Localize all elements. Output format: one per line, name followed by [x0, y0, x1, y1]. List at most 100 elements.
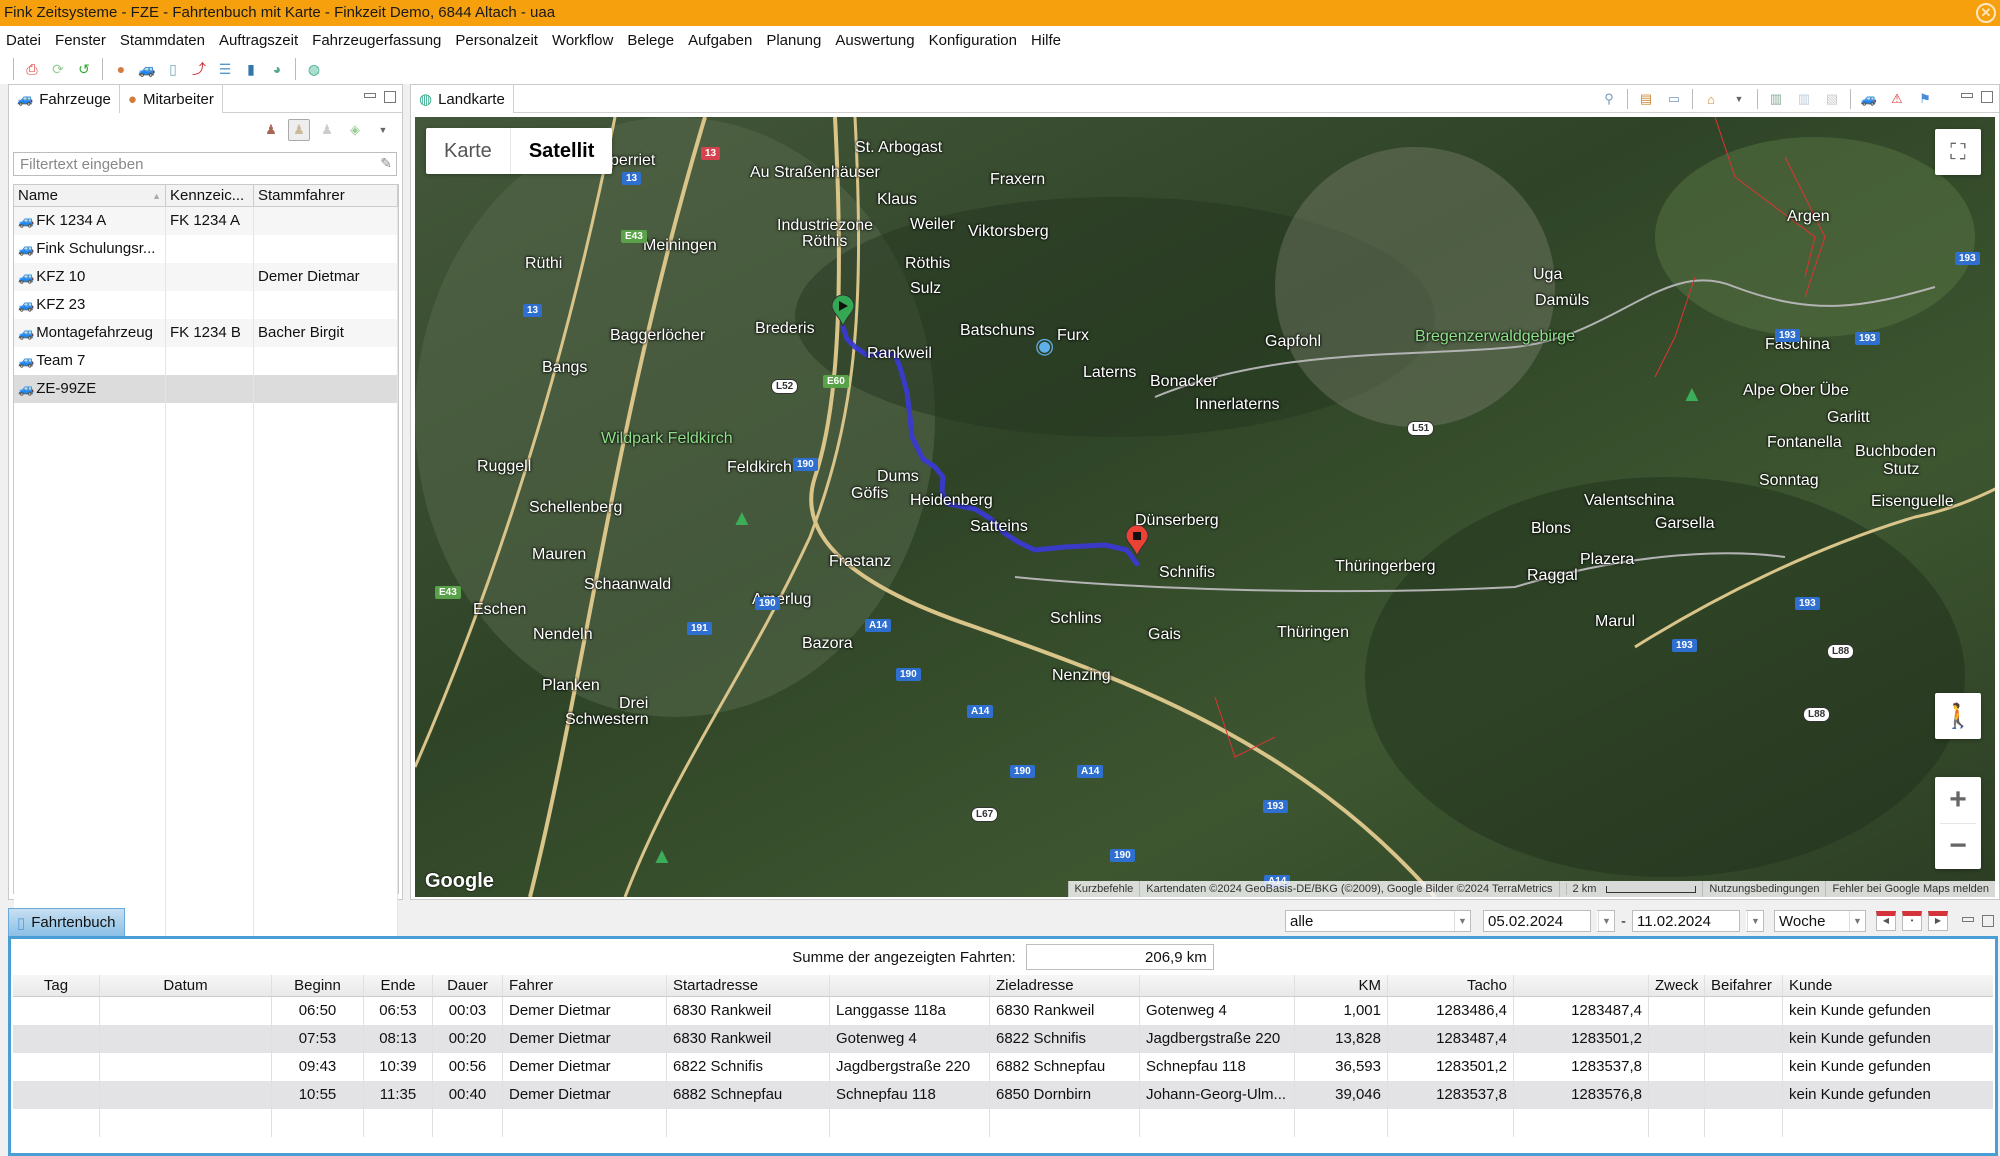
column-header-dauer[interactable]: Dauer	[433, 975, 503, 996]
mountain-poi-icon[interactable]: ▲	[651, 843, 673, 869]
calendar-next-icon[interactable]: ▶	[1928, 911, 1948, 931]
column-header-beginn[interactable]: Beginn	[272, 975, 364, 996]
search-icon[interactable]: ⚲	[1599, 89, 1619, 109]
column-header-kennzeichen[interactable]: Kennzeic...	[166, 185, 254, 206]
trip-row[interactable]: 06:50 06:53 00:03 Demer Dietmar 6830 Rankwei…	[13, 997, 1993, 1025]
chevron-down-icon[interactable]: ▼	[1729, 89, 1749, 109]
zoom-out-button[interactable]: −	[1935, 823, 1981, 869]
tag-icon[interactable]: ◈	[344, 119, 366, 141]
calendar-previous-icon[interactable]: ◀	[1876, 911, 1896, 931]
document-icon[interactable]: ▯	[163, 59, 183, 79]
column-header-ende[interactable]: Ende	[364, 975, 433, 996]
menu-auftragszeit[interactable]: Auftragszeit	[219, 32, 298, 49]
menu-auswertung[interactable]: Auswertung	[835, 32, 914, 49]
clear-filter-icon[interactable]: ✎	[380, 155, 392, 172]
street-view-pegman[interactable]: 🚶	[1935, 693, 1981, 739]
terms-link[interactable]: Nutzungsbedingungen	[1702, 881, 1825, 897]
vehicle-row[interactable]: 🚙 KFZ 10 Demer Dietmar	[14, 263, 398, 291]
map-view[interactable]: St. Arbogast Au Straßenhäuser perriet Fraxe…	[415, 117, 1995, 897]
column-header-zweck[interactable]: Zweck	[1649, 975, 1705, 996]
photo-poi-icon[interactable]: ◉	[1035, 333, 1054, 359]
refresh-icon[interactable]: ⟳	[48, 59, 68, 79]
clipboard-icon[interactable]: ▤	[1636, 89, 1656, 109]
pie-chart-icon[interactable]: ◕	[267, 59, 287, 79]
vehicle-row[interactable]: 🚙 Montagefahrzeug FK 1234 B Bacher Birgit	[14, 319, 398, 347]
mountain-poi-icon[interactable]: ▲	[1681, 381, 1703, 407]
date-from-dropdown[interactable]: ▼	[1597, 910, 1615, 932]
home-icon[interactable]: ⌂	[1701, 89, 1721, 109]
calendar-today-icon[interactable]: •	[1902, 911, 1922, 931]
filter-input[interactable]	[13, 152, 397, 176]
bar-chart-icon[interactable]: ▮	[241, 59, 261, 79]
tab-fahrtenbuch[interactable]: ▯ Fahrtenbuch	[8, 908, 125, 936]
column-header-fahrer[interactable]: Fahrer	[503, 975, 667, 996]
car-icon[interactable]: 🚙	[137, 59, 157, 79]
menu-workflow[interactable]: Workflow	[552, 32, 613, 49]
column-header-km[interactable]: KM	[1295, 975, 1388, 996]
column-header-tacho-end[interactable]	[1514, 975, 1649, 996]
keyboard-shortcuts-link[interactable]: Kurzbefehle	[1067, 881, 1140, 897]
pdf-icon[interactable]: ⎙	[22, 59, 42, 79]
menu-konfiguration[interactable]: Konfiguration	[929, 32, 1017, 49]
building-add-icon[interactable]: ▥	[1794, 89, 1814, 109]
assign-driver-icon[interactable]: ♟	[260, 119, 282, 141]
people-icon[interactable]: ♟	[316, 119, 338, 141]
tab-landkarte[interactable]: ◍ Landkarte	[411, 85, 514, 113]
start-marker-icon[interactable]	[831, 294, 855, 328]
column-header-beifahrer[interactable]: Beifahrer	[1705, 975, 1783, 996]
chart-line-icon[interactable]: ⤴	[189, 59, 209, 79]
menu-aufgaben[interactable]: Aufgaben	[688, 32, 752, 49]
maximize-icon[interactable]	[384, 91, 396, 103]
map-type-satellit-button[interactable]: Satellit	[511, 128, 613, 174]
vehicle-row[interactable]: 🚙 Fink Schulungsr...	[14, 235, 398, 263]
end-marker-icon[interactable]	[1125, 524, 1149, 558]
park-poi-icon[interactable]: ▲	[731, 505, 753, 531]
column-header-name[interactable]: Name ▲	[14, 185, 166, 206]
menu-fahrzeugerfassung[interactable]: Fahrzeugerfassung	[312, 32, 441, 49]
period-select[interactable]: Woche ▼	[1774, 910, 1866, 932]
maximize-icon[interactable]	[1981, 91, 1993, 103]
zoom-in-button[interactable]: +	[1935, 777, 1981, 823]
tab-mitarbeiter[interactable]: ● Mitarbeiter	[119, 85, 223, 113]
minimize-icon[interactable]	[1962, 917, 1974, 922]
menu-stammdaten[interactable]: Stammdaten	[120, 32, 205, 49]
person-icon[interactable]: ●	[111, 59, 131, 79]
menu-personalzeit[interactable]: Personalzeit	[455, 32, 538, 49]
vehicle-row[interactable]: 🚙 ZE-99ZE	[14, 375, 398, 403]
group-filter-icon[interactable]: ♟	[288, 119, 310, 141]
menu-datei[interactable]: Datei	[6, 32, 41, 49]
column-header-datum[interactable]: Datum	[100, 975, 272, 996]
trip-row[interactable]: 07:53 08:13 00:20 Demer Dietmar 6830 Rankwei…	[13, 1025, 1993, 1053]
vehicle-row[interactable]: 🚙 FK 1234 A FK 1234 A	[14, 207, 398, 235]
close-icon[interactable]: ✕	[1976, 3, 1996, 23]
undo-icon[interactable]: ↺	[74, 59, 94, 79]
column-header-kunde[interactable]: Kunde	[1783, 975, 1963, 996]
date-from-field[interactable]: 05.02.2024	[1483, 910, 1591, 932]
chevron-down-icon[interactable]: ▼	[372, 119, 394, 141]
flag-icon[interactable]: ⚑	[1915, 89, 1935, 109]
fullscreen-button[interactable]: ⛶	[1935, 129, 1981, 175]
date-to-dropdown[interactable]: ▼	[1746, 910, 1764, 932]
column-header-tacho-start[interactable]: Tacho	[1388, 975, 1514, 996]
driver-filter-select[interactable]: alle ▼	[1285, 910, 1471, 932]
column-header-stammfahrer[interactable]: Stammfahrer	[254, 185, 398, 206]
car-icon[interactable]: 🚙	[1859, 89, 1879, 109]
date-to-field[interactable]: 11.02.2024	[1632, 910, 1740, 932]
trip-row[interactable]: 10:55 11:35 00:40 Demer Dietmar 6882 Schnepf…	[13, 1081, 1993, 1109]
column-header-startadresse[interactable]: Startadresse	[667, 975, 830, 996]
trip-row[interactable]: 09:43 10:39 00:56 Demer Dietmar 6822 Schnifi…	[13, 1053, 1993, 1081]
column-header-startstrasse[interactable]	[830, 975, 990, 996]
minimize-icon[interactable]	[1961, 93, 1973, 98]
list-icon[interactable]: ☰	[215, 59, 235, 79]
building-icon[interactable]: ▥	[1766, 89, 1786, 109]
vehicle-row[interactable]: 🚙 KFZ 23	[14, 291, 398, 319]
scale-bar[interactable]: 2 km	[1558, 881, 1703, 897]
vehicle-row[interactable]: 🚙 Team 7	[14, 347, 398, 375]
menu-fenster[interactable]: Fenster	[55, 32, 106, 49]
globe-icon[interactable]: ◍	[304, 59, 324, 79]
warning-icon[interactable]: ⚠	[1887, 89, 1907, 109]
menu-belege[interactable]: Belege	[627, 32, 674, 49]
chat-icon[interactable]: ▭	[1664, 89, 1684, 109]
report-error-link[interactable]: Fehler bei Google Maps melden	[1825, 881, 1995, 897]
minimize-icon[interactable]	[364, 93, 376, 98]
